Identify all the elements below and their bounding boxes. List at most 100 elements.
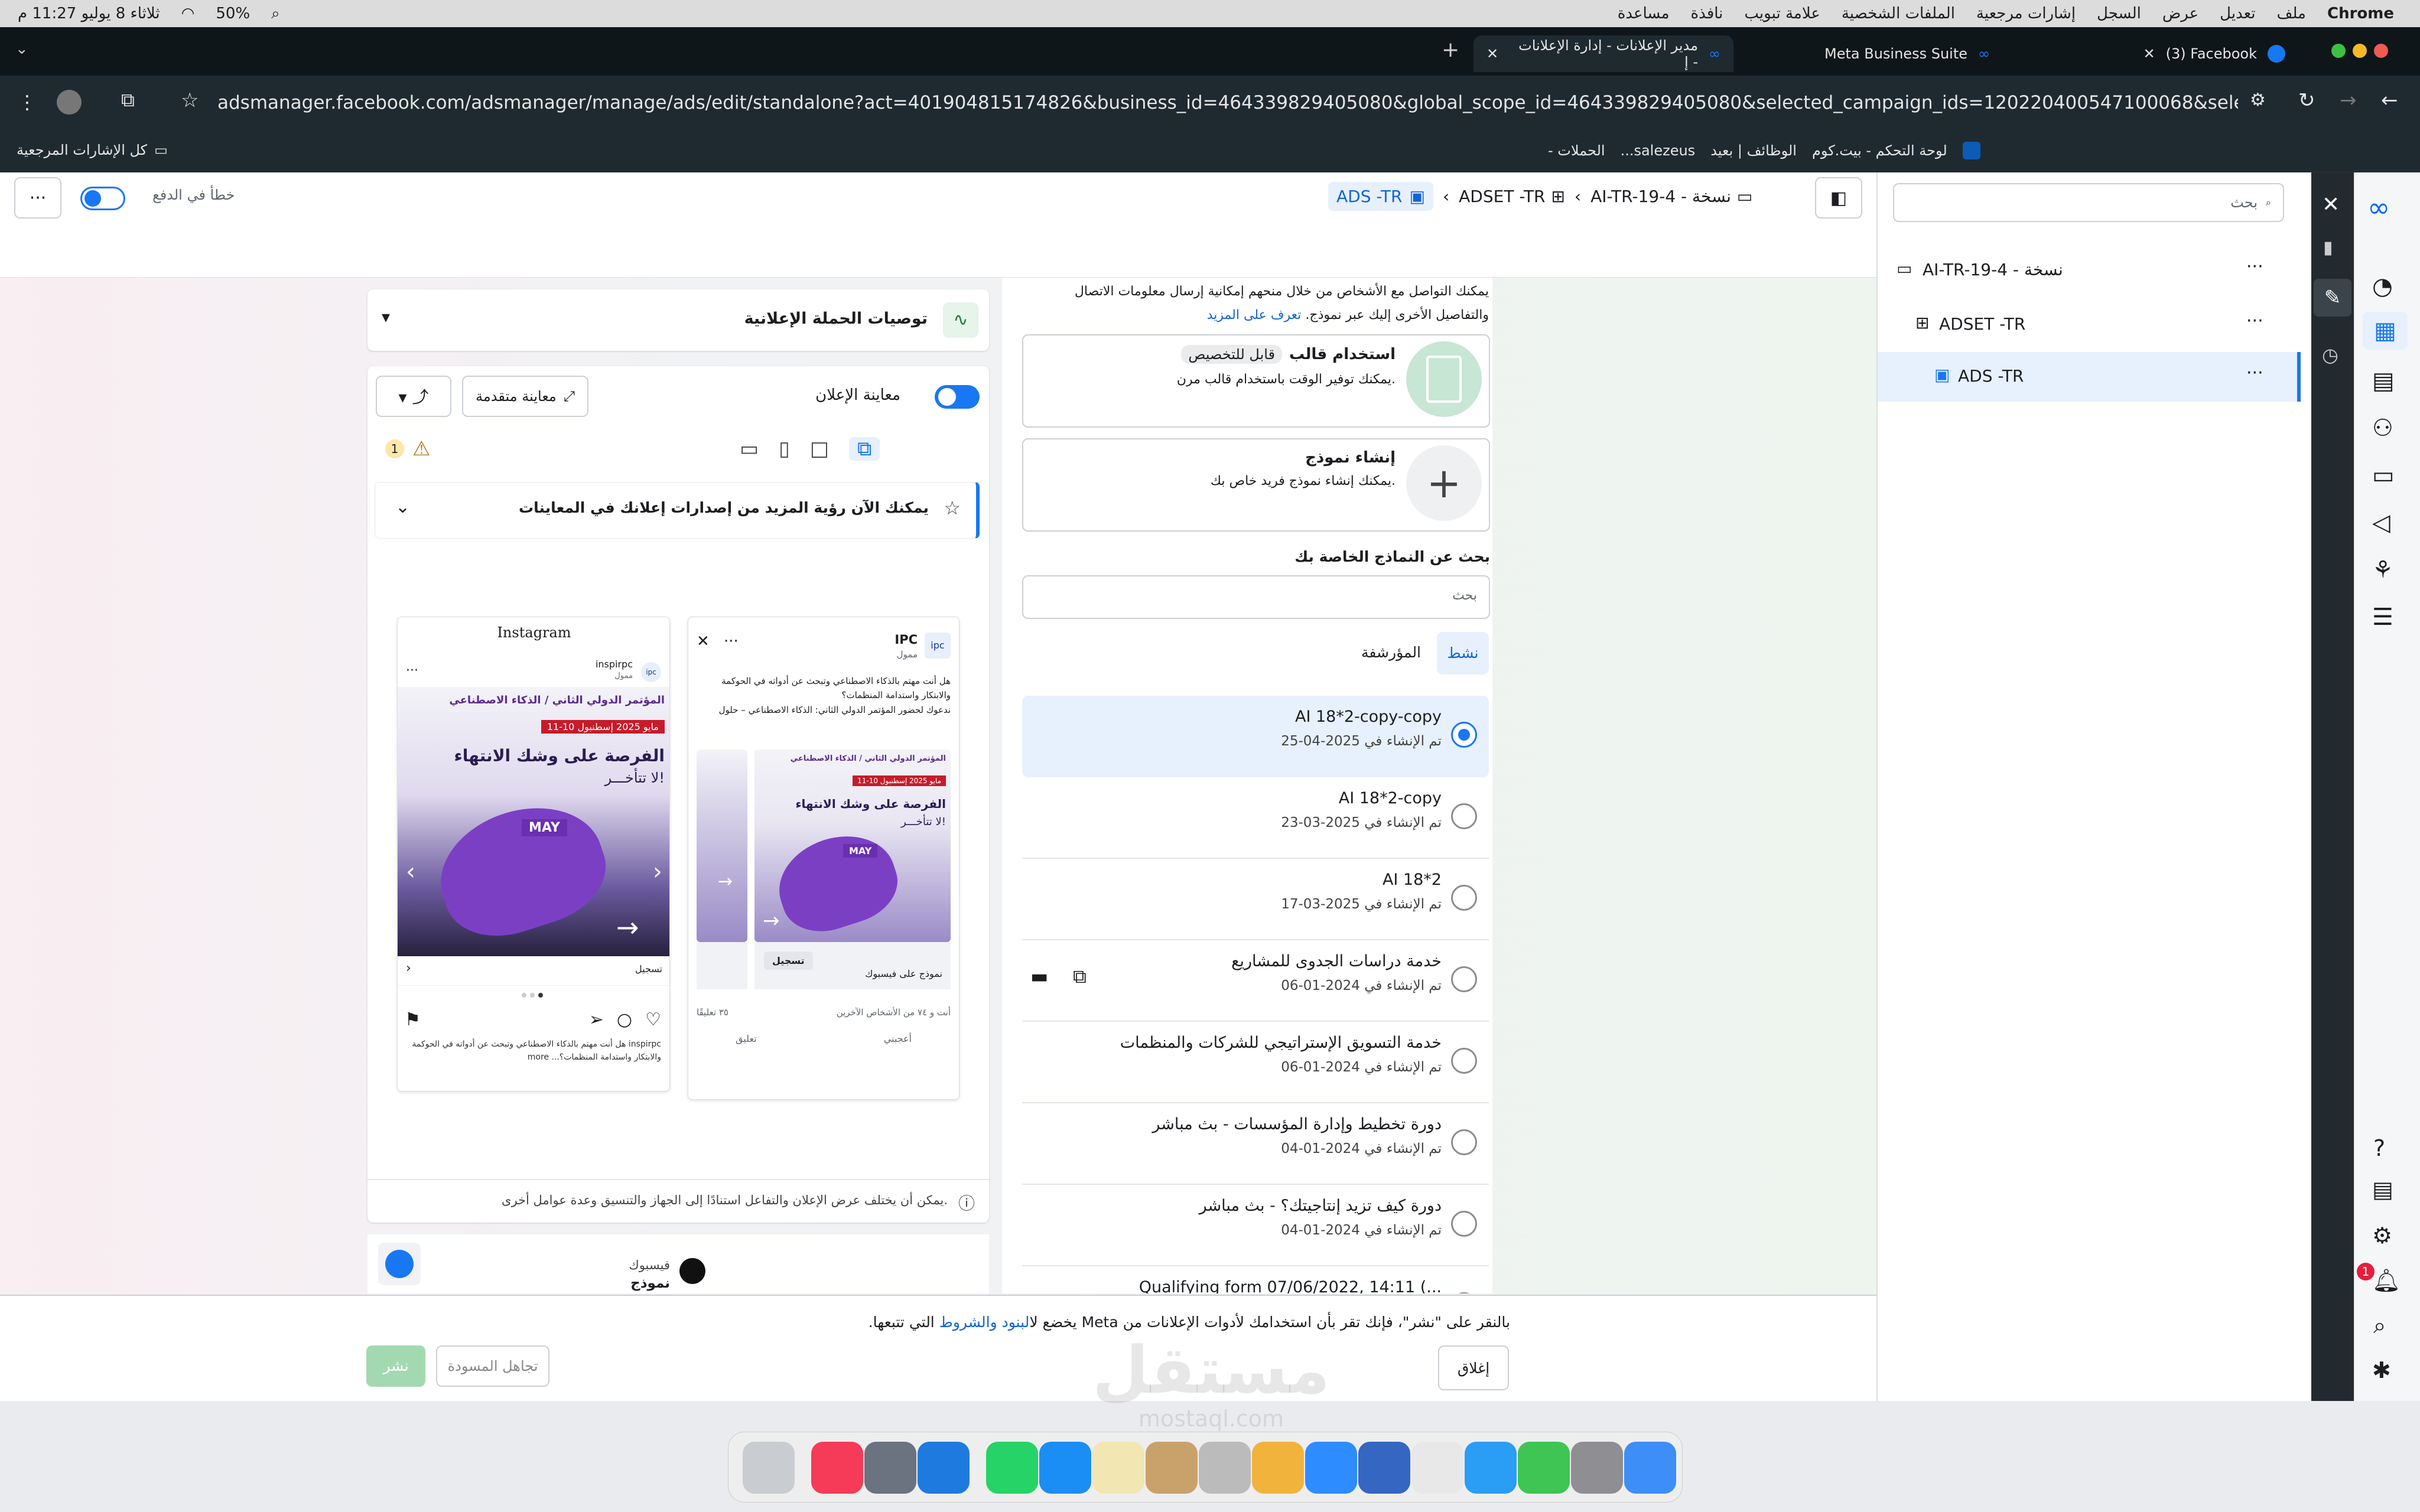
- close-button[interactable]: إغلاق: [1438, 1345, 1509, 1390]
- tree-search[interactable]: بحث ⌕: [1893, 183, 2284, 222]
- tree-item-ad[interactable]: ▣ ADS -TR ···: [1878, 352, 2301, 402]
- profile-avatar[interactable]: [57, 90, 82, 115]
- more-options-button[interactable]: ···: [14, 177, 61, 219]
- reports-icon[interactable]: ▤: [2372, 1177, 2393, 1203]
- tree-item-adset[interactable]: ⊞ ADSET -TR ···: [1878, 304, 2303, 345]
- sidebar-toggle-button[interactable]: ◧: [1815, 177, 1862, 219]
- close-icon[interactable]: ✕: [697, 633, 710, 650]
- chevron-down-icon[interactable]: ▾: [382, 307, 390, 327]
- whatsapp-icon[interactable]: [986, 1442, 1038, 1494]
- bookmark-item[interactable]: الحملات -: [1548, 142, 1605, 159]
- more-icon[interactable]: ···: [2246, 311, 2263, 331]
- maximize-button[interactable]: [2331, 44, 2346, 58]
- facebook-feed-preview[interactable]: ipc IPC ممول ··· ✕ هل أنت مهتم بالذكاء ا…: [688, 617, 959, 1100]
- safari-app-icon[interactable]: [1465, 1442, 1517, 1494]
- bookmark-item[interactable]: salezeus...: [1621, 142, 1696, 159]
- megaphone-icon[interactable]: ◁: [2372, 509, 2390, 536]
- comment-icon[interactable]: ○: [617, 1009, 632, 1030]
- form-radio[interactable]: [1451, 966, 1477, 992]
- reminders-app-icon[interactable]: [918, 1442, 970, 1494]
- tab-ads-manager[interactable]: ✕ مدير الإعلانات - إدارة الإعلانات - إ ∞: [1474, 35, 1733, 72]
- billing-card-icon[interactable]: ▭: [2372, 462, 2395, 489]
- more-icon[interactable]: ···: [2246, 256, 2263, 277]
- form-radio[interactable]: [1451, 885, 1477, 911]
- placement-warnings[interactable]: 1 ⚠: [385, 437, 430, 461]
- fb-cta-button[interactable]: تسجيل: [764, 951, 813, 970]
- advanced-preview-button[interactable]: معاينة متقدمة ⤢: [462, 376, 588, 417]
- breadcrumb-ad[interactable]: ADS -TR ▣: [1328, 182, 1433, 211]
- carousel-prev-arrow-icon[interactable]: ‹: [406, 858, 415, 885]
- extensions-icon[interactable]: ⧉: [121, 89, 135, 112]
- business-network-icon[interactable]: ⚘: [2372, 556, 2393, 584]
- finder-app-icon[interactable]: [1624, 1442, 1676, 1494]
- tab-search-icon[interactable]: ⌄: [15, 40, 28, 58]
- settings-gear-icon[interactable]: ⚙: [2372, 1223, 2392, 1249]
- menu-item[interactable]: عرض: [2162, 5, 2198, 22]
- clock[interactable]: ثلاثاء 8 يوليو 11:27 م: [18, 5, 160, 22]
- more-icon[interactable]: ···: [406, 663, 418, 678]
- form-row[interactable]: دورة كيف تزيد إنتاجيتك؟ - بث مباشر تم ال…: [1022, 1185, 1489, 1266]
- menu-item[interactable]: تعديل: [2220, 5, 2255, 22]
- wifi-icon[interactable]: ◠: [181, 5, 195, 22]
- notes-app-icon[interactable]: [1092, 1442, 1144, 1494]
- archive-app-icon[interactable]: [1146, 1442, 1198, 1494]
- bookmark-item[interactable]: الوظائف | بعيد: [1710, 142, 1797, 159]
- tab-facebook[interactable]: ✕ (3) Facebook: [2038, 35, 2298, 72]
- dashboard-gauge-icon[interactable]: ◔: [2372, 273, 2393, 300]
- carousel-next-arrow-icon[interactable]: →: [718, 871, 733, 892]
- all-devices-view-icon[interactable]: ⧉: [848, 437, 880, 461]
- pages-app-icon[interactable]: [1199, 1442, 1251, 1494]
- search-icon[interactable]: ⌕: [271, 5, 280, 23]
- form-row[interactable]: Qualifying form 07/06/2022, 14:11 (...: [1022, 1266, 1489, 1293]
- reload-icon[interactable]: ↻: [2298, 89, 2315, 112]
- form-radio[interactable]: [1451, 1292, 1477, 1293]
- use-template-card[interactable]: قابل للتخصيص استخدام قالب يمكنك توفير ال…: [1022, 334, 1490, 428]
- menu-item[interactable]: علامة تبويب: [1744, 5, 1820, 22]
- chrome-app-icon[interactable]: [1411, 1442, 1463, 1494]
- heart-icon[interactable]: ♡: [645, 1009, 661, 1030]
- meta-logo-icon[interactable]: ∞: [2367, 191, 2390, 223]
- zoom-app-icon[interactable]: [1305, 1442, 1357, 1494]
- all-tools-menu-icon[interactable]: ☰: [2372, 604, 2393, 631]
- mobile-view-icon[interactable]: ▯: [779, 437, 790, 461]
- tree-item-campaign[interactable]: ▭ AI-TR-19-4 - نسخة ···: [1878, 249, 2303, 291]
- audiences-icon[interactable]: ⚇: [2372, 415, 2393, 442]
- bug-report-icon[interactable]: ✱: [2372, 1357, 2391, 1383]
- menu-item[interactable]: إشارات مرجعية: [1976, 5, 2076, 22]
- bar-chart-icon[interactable]: ▮: [2323, 237, 2333, 258]
- ads-manager-table-icon[interactable]: ▦: [2363, 312, 2408, 350]
- photos-app-icon[interactable]: [1252, 1442, 1304, 1494]
- bookmark-icon[interactable]: ⚑: [405, 1009, 421, 1030]
- fb-like-button[interactable]: أعجبني: [884, 1033, 912, 1044]
- url-input[interactable]: adsmanager.facebook.com/adsmanager/manag…: [217, 92, 2238, 113]
- publish-button[interactable]: نشر: [366, 1345, 425, 1387]
- form-row[interactable]: AI 18*2-copy تم الإنشاء في 2025-03-23: [1022, 777, 1489, 859]
- discard-draft-button[interactable]: تجاهل المسودة: [436, 1345, 549, 1387]
- breadcrumb-adset[interactable]: ADSET -TR ⊞: [1459, 187, 1565, 206]
- freeform-app-icon[interactable]: [1358, 1442, 1410, 1494]
- minimize-button[interactable]: [2353, 44, 2367, 58]
- ad-toggle[interactable]: [80, 187, 125, 210]
- bookmark-star-icon[interactable]: ☆: [181, 89, 199, 112]
- form-row[interactable]: خدمة دراسات الجدوى للمشاريع تم الإنشاء ف…: [1022, 940, 1489, 1022]
- menu-item[interactable]: ملف: [2277, 5, 2306, 22]
- menu-item[interactable]: الملفات الشخصية: [1842, 5, 1955, 22]
- send-icon[interactable]: ➢: [589, 1009, 604, 1030]
- all-bookmarks[interactable]: كل الإشارات المرجعية ▭: [17, 142, 168, 158]
- duplicate-icon[interactable]: ⧉: [1073, 965, 1087, 988]
- fb-comment-button[interactable]: تعليق: [736, 1033, 757, 1044]
- breadcrumb-campaign[interactable]: AI-TR-19-4 - نسخة ▭: [1590, 187, 1752, 206]
- tab-active[interactable]: نشط: [1437, 632, 1489, 674]
- tab-archived[interactable]: المؤرشفة: [1361, 644, 1421, 661]
- form-search-input[interactable]: بحث: [1022, 575, 1490, 619]
- menu-item[interactable]: السجل: [2097, 5, 2141, 22]
- tune-icon[interactable]: ⚙: [2250, 90, 2266, 110]
- reports-icon[interactable]: ▤: [2372, 367, 2395, 395]
- close-window-button[interactable]: [2374, 44, 2388, 58]
- form-row[interactable]: دورة تخطيط وإدارة المؤسسات - بث مباشر تم…: [1022, 1103, 1489, 1185]
- learn-more-link[interactable]: تعرف على المزيد: [1207, 308, 1302, 322]
- previews-info-banner[interactable]: ⌄ يمكنك الآن رؤية المزيد من إصدارات إعلا…: [375, 482, 980, 539]
- form-radio[interactable]: [1451, 1211, 1477, 1237]
- trash-icon[interactable]: [743, 1442, 795, 1494]
- instagram-feed-preview[interactable]: Instagram ipc inspirpc ممول ··· المؤتمر …: [397, 617, 670, 1091]
